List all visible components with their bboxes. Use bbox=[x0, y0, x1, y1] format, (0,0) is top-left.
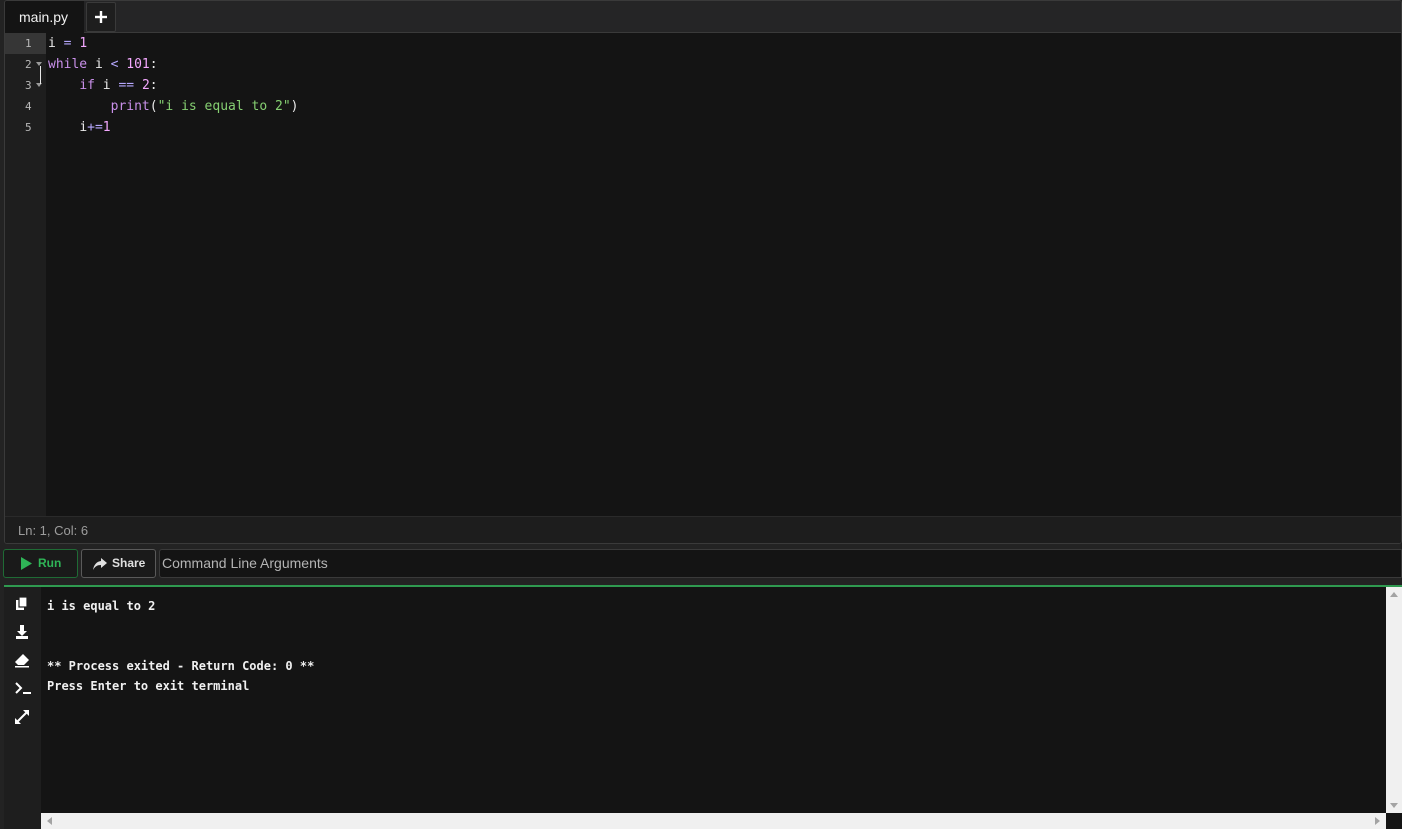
scroll-down-icon[interactable] bbox=[1390, 803, 1398, 808]
play-icon bbox=[21, 557, 32, 570]
fold-arrow-icon[interactable] bbox=[36, 62, 42, 66]
run-toolbar: Run Share Command Line Arguments bbox=[0, 548, 1402, 579]
tab-main-py[interactable]: main.py bbox=[5, 1, 84, 33]
code-line-5: i+=1 bbox=[79, 120, 111, 135]
terminal-sidebar bbox=[4, 587, 41, 829]
terminal-output[interactable]: i is equal to 2 ** Process exited - Retu… bbox=[47, 587, 1386, 813]
plus-icon bbox=[95, 11, 107, 23]
code-editor: main.py 1 2 3 4 5 i = 1 while i < 101: i… bbox=[4, 0, 1402, 544]
scroll-left-icon[interactable] bbox=[47, 817, 52, 825]
line-number: 4 bbox=[25, 100, 32, 113]
tab-bar: main.py bbox=[5, 1, 1401, 33]
add-file-button[interactable] bbox=[86, 2, 116, 32]
scroll-right-icon[interactable] bbox=[1375, 817, 1380, 825]
code-line-2: while i < 101: bbox=[48, 57, 158, 72]
horizontal-scrollbar[interactable] bbox=[41, 813, 1386, 829]
output-line: i is equal to 2 bbox=[47, 599, 156, 613]
scroll-up-icon[interactable] bbox=[1390, 592, 1398, 597]
line-gutter: 1 2 3 4 5 bbox=[5, 33, 46, 516]
command-line-arguments-input[interactable]: Command Line Arguments bbox=[159, 549, 1402, 578]
code-area[interactable]: i = 1 while i < 101: if i == 2: print("i… bbox=[48, 33, 1401, 516]
output-line: Press Enter to exit terminal bbox=[47, 679, 250, 693]
code-line-1: i = 1 bbox=[48, 36, 88, 51]
download-icon[interactable] bbox=[14, 624, 30, 640]
line-number: 5 bbox=[25, 121, 32, 134]
line-number: 1 bbox=[5, 33, 46, 54]
share-button[interactable]: Share bbox=[81, 549, 156, 578]
vertical-scrollbar[interactable] bbox=[1386, 587, 1402, 813]
code-line-4: print("i is equal to 2") bbox=[110, 99, 299, 114]
code-line-3: if i == 2: bbox=[79, 78, 158, 93]
expand-icon[interactable] bbox=[14, 709, 30, 725]
run-button[interactable]: Run bbox=[3, 549, 78, 578]
text-cursor bbox=[40, 66, 41, 84]
fold-arrow-icon[interactable] bbox=[36, 83, 42, 87]
run-button-label: Run bbox=[38, 556, 62, 570]
terminal-panel: i is equal to 2 ** Process exited - Retu… bbox=[4, 585, 1402, 829]
share-button-label: Share bbox=[112, 556, 146, 570]
share-icon bbox=[93, 558, 107, 570]
terminal-icon[interactable] bbox=[14, 680, 32, 696]
cursor-position-status: Ln: 1, Col: 6 bbox=[5, 516, 1401, 543]
eraser-icon[interactable] bbox=[14, 652, 30, 668]
copy-icon[interactable] bbox=[14, 596, 30, 612]
output-line: ** Process exited - Return Code: 0 ** bbox=[47, 659, 315, 673]
